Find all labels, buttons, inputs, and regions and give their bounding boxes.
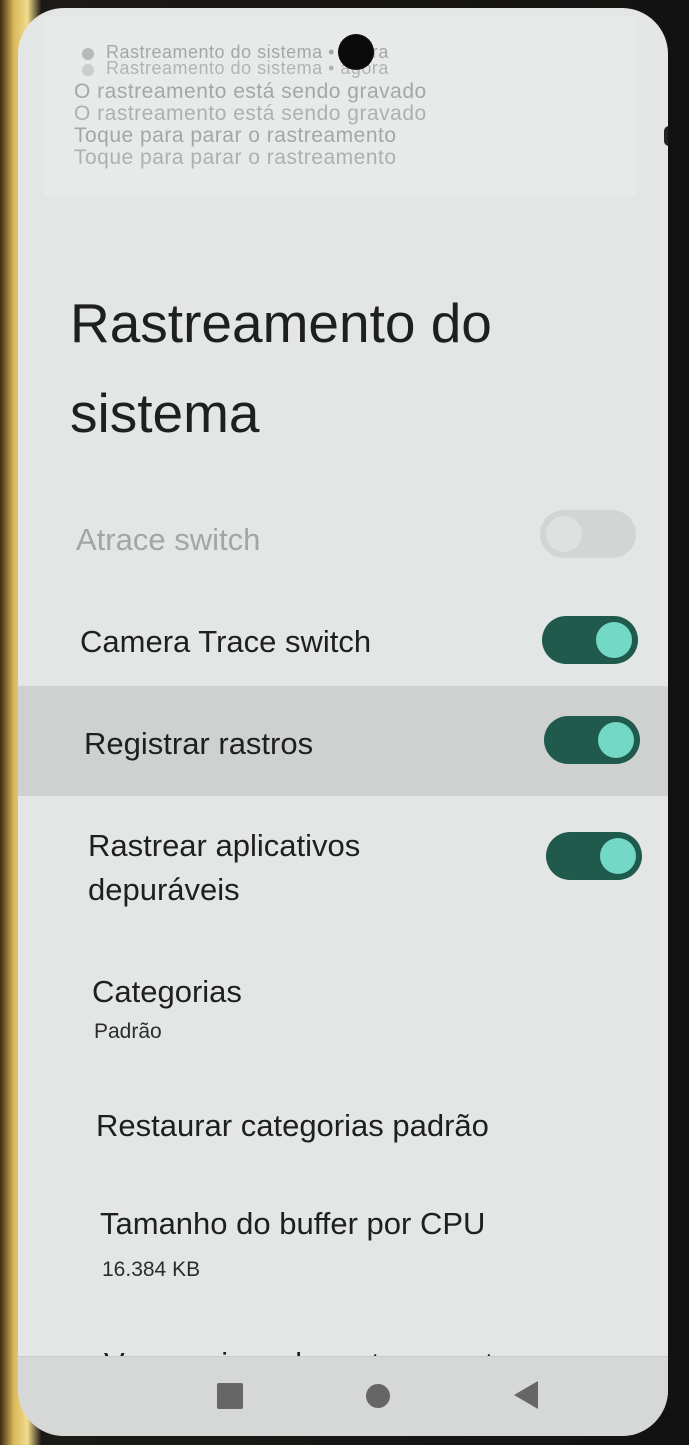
front-camera xyxy=(338,34,374,70)
setting-restore-categories[interactable]: Restaurar categorias padrão xyxy=(18,1086,668,1176)
recents-square-icon[interactable] xyxy=(204,1371,254,1421)
setting-label: Restaurar categorias padrão xyxy=(96,1108,489,1143)
setting-label: Atrace switch xyxy=(76,522,261,557)
setting-record-traces[interactable]: Registrar rastros xyxy=(18,686,668,796)
notification-title: O rastreamento está sendo gravado xyxy=(74,80,427,103)
setting-summary: Padrão xyxy=(94,1020,162,1043)
notification-text: Toque para parar o rastreamento xyxy=(74,124,397,147)
setting-label: Camera Trace switch xyxy=(80,624,372,659)
trace-notification-icon-ghost xyxy=(82,64,94,76)
trace-debuggable-apps-toggle[interactable] xyxy=(546,832,642,880)
camera-trace-toggle[interactable] xyxy=(542,616,638,664)
back-triangle-icon[interactable] xyxy=(502,1371,552,1421)
setting-categories[interactable]: Categorias Padrão xyxy=(18,956,668,1066)
setting-camera-trace-switch[interactable]: Camera Trace switch xyxy=(18,596,668,686)
back-icon xyxy=(514,1381,538,1409)
setting-label: Registrar rastros xyxy=(84,726,314,761)
toggle-thumb xyxy=(598,722,634,758)
toggle-thumb xyxy=(600,838,636,874)
setting-buffer-size[interactable]: Tamanho do buffer por CPU 16.384 KB xyxy=(18,1188,668,1308)
toggle-thumb xyxy=(546,516,582,552)
square-icon xyxy=(217,1383,243,1409)
navigation-bar xyxy=(18,1356,668,1436)
notification-title-ghost: O rastreamento está sendo gravado xyxy=(74,102,427,125)
notification-expand-handle[interactable] xyxy=(664,126,668,146)
page-title: Rastreamento do sistema xyxy=(70,292,492,444)
toggle-thumb xyxy=(596,622,632,658)
setting-atrace-switch: Atrace switch xyxy=(18,496,668,586)
atrace-toggle xyxy=(540,510,636,558)
setting-label: Tamanho do buffer por CPU xyxy=(100,1206,486,1241)
record-traces-toggle[interactable] xyxy=(544,716,640,764)
setting-trace-debuggable-apps[interactable]: Rastrear aplicativos depuráveis xyxy=(18,808,668,938)
home-circle-icon[interactable] xyxy=(353,1371,403,1421)
notification-text-ghost: Toque para parar o rastreamento xyxy=(74,146,397,169)
circle-icon xyxy=(366,1384,390,1408)
trace-notification-icon xyxy=(82,48,94,60)
phone-screen: Rastreamento do sistema • agora Rastream… xyxy=(18,8,668,1436)
setting-label: Rastrear aplicativos depuráveis xyxy=(88,828,361,907)
setting-label: Categorias xyxy=(92,974,242,1009)
setting-summary: 16.384 KB xyxy=(102,1258,201,1281)
